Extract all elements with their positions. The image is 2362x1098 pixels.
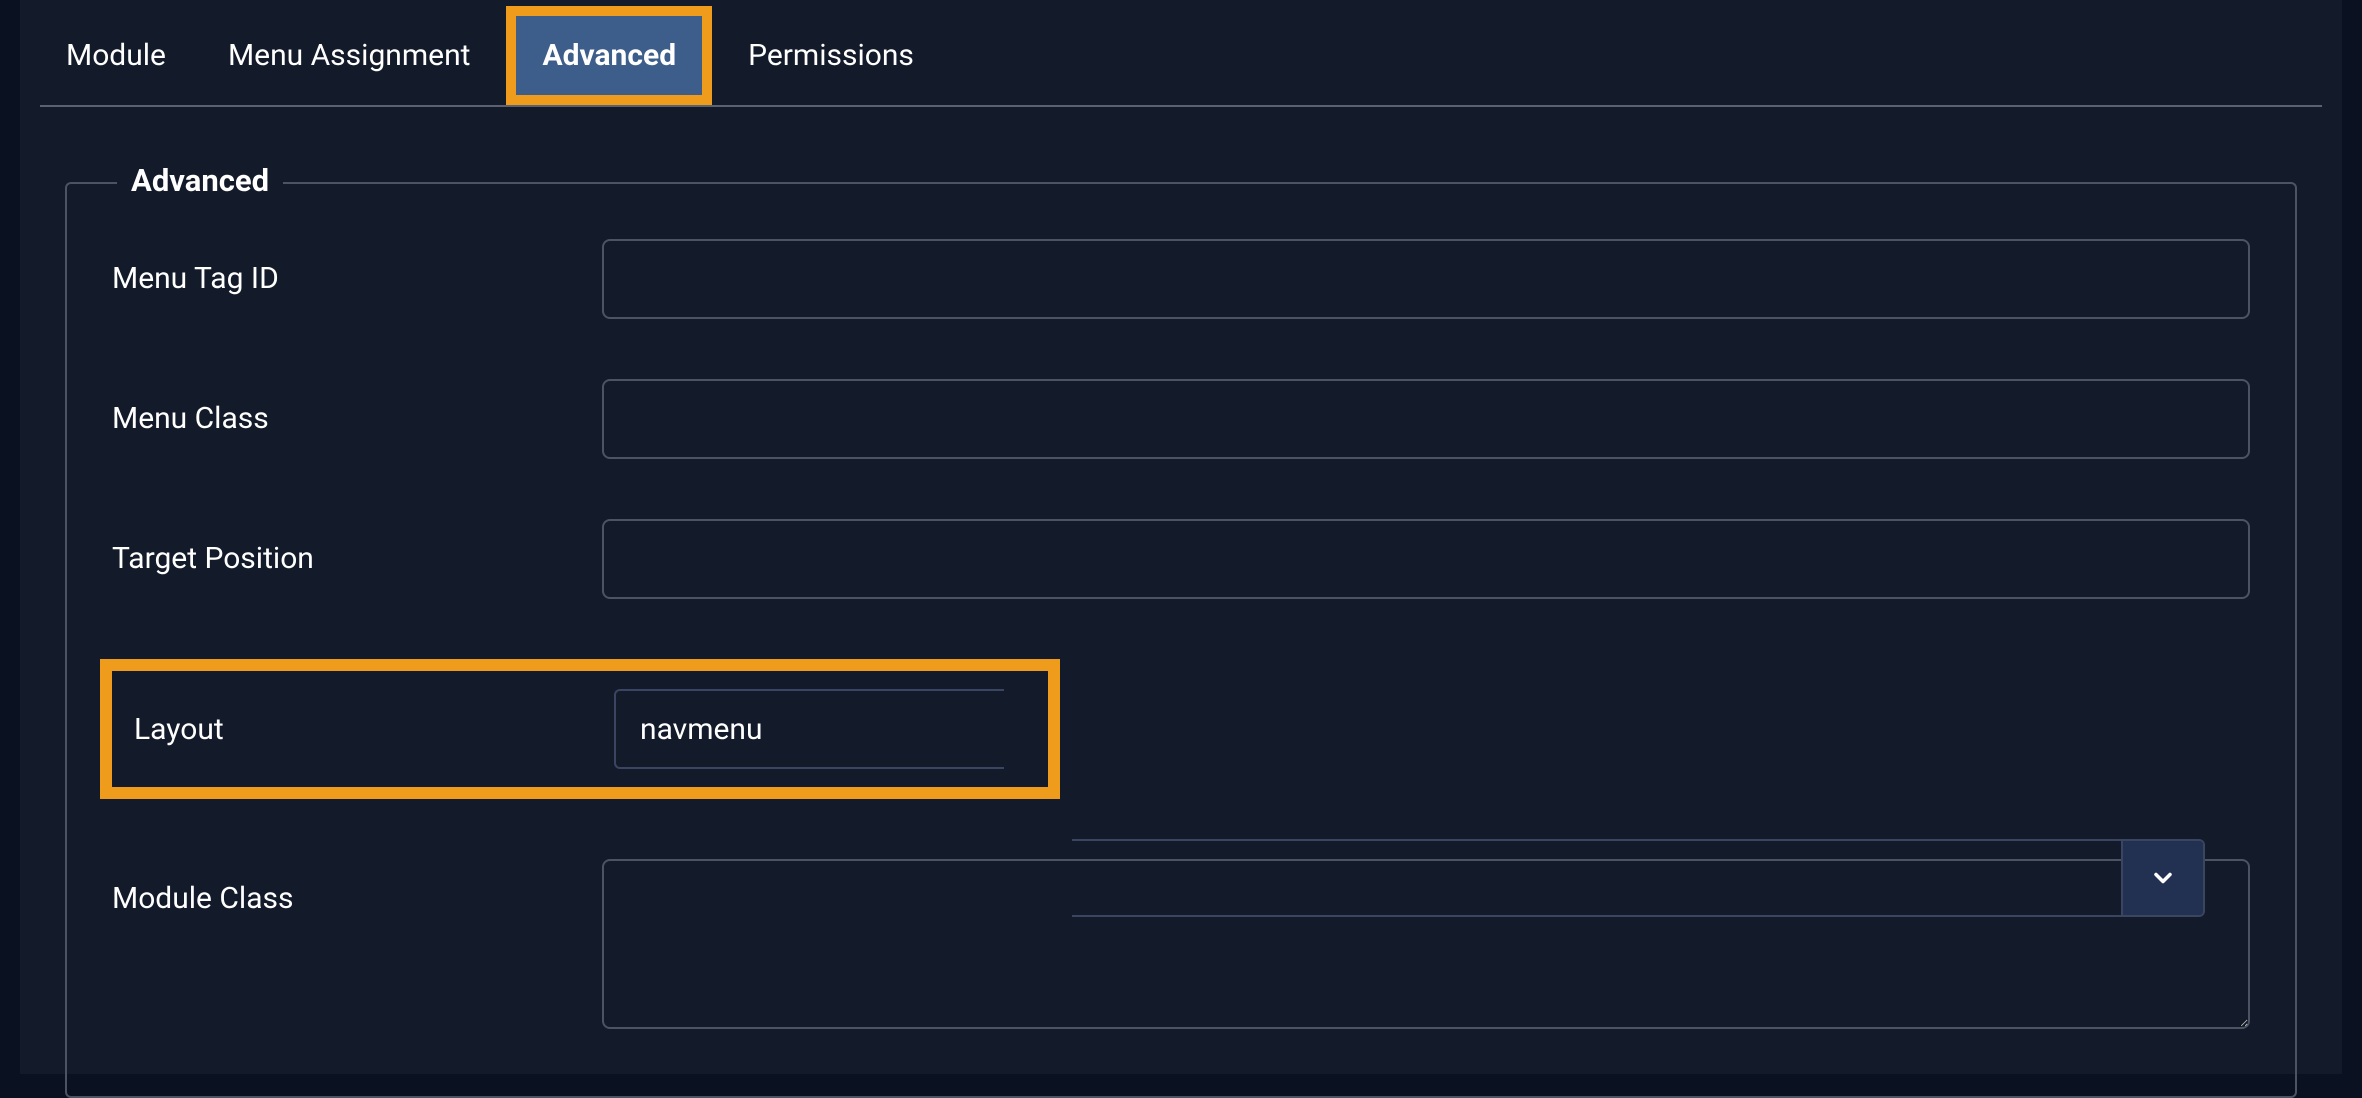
tab-bar: Module Menu Assignment Advanced Permissi… <box>40 0 2322 107</box>
chevron-down-icon[interactable] <box>2121 841 2203 915</box>
field-menu-class: Menu Class <box>112 379 2250 459</box>
label-menu-class: Menu Class <box>112 379 602 436</box>
tab-advanced[interactable]: Advanced <box>516 16 702 95</box>
tab-menu-assignment[interactable]: Menu Assignment <box>202 16 497 95</box>
advanced-panel: Advanced Menu Tag ID Menu Class Target P… <box>65 182 2297 1098</box>
field-layout-wrapper: Layout navmenu <box>112 659 2250 799</box>
select-layout-right[interactable] <box>1072 839 2205 917</box>
select-layout-value: navmenu <box>616 712 1004 747</box>
label-target-position: Target Position <box>112 519 602 576</box>
input-target-position[interactable] <box>602 519 2250 599</box>
tab-permissions[interactable]: Permissions <box>722 16 940 95</box>
tab-panel-container: Module Menu Assignment Advanced Permissi… <box>20 0 2342 1074</box>
field-target-position: Target Position <box>112 519 2250 599</box>
highlight-layout-field: Layout navmenu <box>100 659 1060 799</box>
highlight-tab-advanced: Advanced <box>506 6 712 105</box>
input-menu-class[interactable] <box>602 379 2250 459</box>
input-menu-tag-id[interactable] <box>602 239 2250 319</box>
tab-module[interactable]: Module <box>40 16 192 95</box>
label-menu-tag-id: Menu Tag ID <box>112 239 602 296</box>
label-module-class: Module Class <box>112 859 602 916</box>
field-menu-tag-id: Menu Tag ID <box>112 239 2250 319</box>
select-layout-left[interactable]: navmenu <box>614 689 1004 769</box>
panel-legend: Advanced <box>117 162 283 199</box>
label-layout: Layout <box>114 712 614 747</box>
